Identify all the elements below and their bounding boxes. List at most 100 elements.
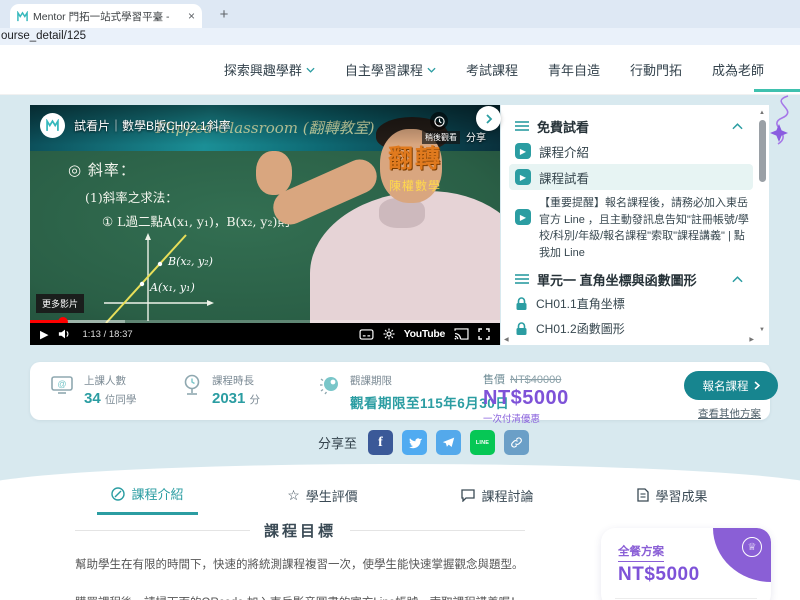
browser-tab[interactable]: Mentor 門拓一站式學習平臺 - × [10,4,202,28]
price-label-row: 售價 NT$40000 [483,371,569,387]
sidebar-horizontal-scrollbar[interactable]: ◀ ▶ [503,336,755,344]
play-icon: ▶ [515,209,531,225]
stat-deadline: 觀課期限 觀看期限至115年6月30日 [318,373,509,412]
scroll-left-arrow[interactable]: ◀ [504,336,509,343]
telegram-share-button[interactable] [436,430,461,455]
sidebar-item-course-preview[interactable]: ▶ 課程試看 [509,164,753,190]
play-button[interactable]: ▶ [40,328,48,341]
unit-1-section-header[interactable]: 單元一 直角坐標與函數圖形 [515,267,753,291]
chapter-label: CH01.1直角坐標 [536,295,625,312]
cast-icon[interactable] [454,328,469,340]
scroll-right-arrow[interactable]: ▶ [749,336,754,343]
tab-learning-outcomes[interactable]: 學習成果 [585,478,760,515]
sidebar-notice[interactable]: ▶ 【重要提醒】報名課程後，請務必加入東岳官方 Line ，且主動發訊息告知"註… [509,195,753,261]
tab-course-discussion[interactable]: 課程討論 [410,478,585,515]
chevron-up-icon[interactable] [732,276,743,283]
plan-card[interactable]: ♕ 全餐方案 NT$5000 [601,528,771,600]
watch-later-button[interactable] [430,112,448,130]
price-block: 售價NT$40000 NT$5000 一次付清優惠 [483,371,569,425]
board-line-3: ① L過二點A(x₁, y₁)，B(x₂, y₂)則 [102,211,290,230]
lock-icon [515,322,528,336]
more-videos-chip[interactable]: 更多影片 [36,294,84,313]
stat-value: 2031 分 [212,390,260,407]
video-controls: ▶ 1:13 / 18:37 YouTube [30,323,500,345]
chevron-up-icon[interactable] [732,123,743,130]
list-icon [515,273,529,285]
nav-item-exam-courses[interactable]: 考試課程 [466,60,518,79]
svg-text:@: @ [57,379,66,389]
plan-ribbon: ♕ [713,528,771,582]
point-a-label: A(x₁, y₁) [150,281,195,294]
notice-text: 【重要提醒】報名課程後，請務必加入東岳官方 Line ，且主動發訊息告知"註冊帳… [539,195,749,261]
nav-item-action[interactable]: 行動門拓 [630,60,682,79]
video-title[interactable]: 試看片｜數學B版CH02.1斜率 [74,117,231,134]
decorative-doodle [760,94,800,152]
video-top-overlay: 試看片｜數學B版CH02.1斜率 稍後觀看 分享 [30,105,500,145]
tab-student-reviews[interactable]: ☆ 學生評價 [235,478,410,515]
plan-price: NT$5000 [618,564,700,586]
sidebar-collapse-button[interactable] [476,106,501,131]
tab-label: 課程討論 [481,486,533,505]
line-label: LINE [476,440,489,446]
chevron-down-icon [427,67,436,73]
facebook-share-button[interactable]: f [368,430,393,455]
course-goal-article: 課程目標 幫助學生在有限的時間下，快速的將統測課程複習一次，使學生能快速掌握觀念… [75,520,525,600]
stat-label: 上課人數 [84,373,136,388]
url-text: ourse_detail/125 [1,30,86,42]
channel-avatar[interactable] [40,113,65,138]
section-title: 單元一 直角坐標與函數圖形 [537,270,697,289]
page: Mentor 門拓一站式學習平臺 - × + ourse_detail/125 … [0,0,800,600]
article-paragraph-2: 購買課程後，請掃下面的QRcode 加入東岳影音圖書的官方Line帳號，索取課程… [75,595,525,600]
copy-link-button[interactable] [504,430,529,455]
video-player[interactable]: Flipped Classroom (翻轉教室) ◎ 斜率： (1)斜率之求法：… [30,105,500,345]
subtitles-icon[interactable] [359,329,374,340]
new-tab-button[interactable]: + [214,5,234,25]
site-navigation: 探索興趣學群 自主學習課程 考試課程 青年自造 行動門拓 成為老師 [0,45,800,95]
nav-label: 自主學習課程 [345,60,423,79]
nav-item-self-learning[interactable]: 自主學習課程 [345,60,436,79]
nav-item-explore[interactable]: 探索興趣學群 [224,60,315,79]
sidebar-item-course-intro[interactable]: ▶ 課程介紹 [509,138,753,164]
channel-watermark: 翻轉 陳權數學 [388,139,442,194]
fullscreen-icon[interactable] [478,328,490,340]
plan-divider [615,598,757,599]
item-label: 課程介紹 [539,142,589,161]
chapter-row[interactable]: CH01.1直角坐標 [515,291,753,316]
line-share-button[interactable]: LINE [470,430,495,455]
nav-item-youth[interactable]: 青年自造 [548,60,600,79]
address-bar[interactable]: ourse_detail/125 [0,28,800,45]
item-label: 課程試看 [539,168,589,187]
youtube-logo[interactable]: YouTube [404,328,445,340]
lock-icon [515,297,528,311]
course-info-bar: @ 上課人數 34 位同學 課程時長 2031 分 觀課期限 觀看期限至115年… [30,362,770,420]
chapter-label: CH01.2函數圖形 [536,320,625,337]
free-preview-section-header[interactable]: 免費試看 [515,114,753,138]
scroll-down-arrow[interactable]: ▼ [759,327,765,333]
other-plans-link[interactable]: 查看其他方案 [698,406,761,421]
settings-gear-icon[interactable] [383,328,395,340]
volume-icon[interactable] [58,328,72,340]
article-paragraph-1: 幫助學生在有限的時間下，快速的將統測課程複習一次，使學生能快速掌握觀念與題型。 [75,557,525,574]
plan-name[interactable]: 全餐方案 [618,543,664,562]
price-label: 售價 [483,374,505,386]
enroll-label: 報名課程 [703,378,749,394]
board-graph: B(x₂, y₂) A(x₁, y₁) [90,233,240,323]
tab-course-intro[interactable]: 課程介紹 [60,478,235,515]
chevron-down-icon [306,67,315,73]
article-title: 課程目標 [264,520,336,541]
original-price: NT$40000 [510,374,561,386]
nav-label: 成為老師 [712,60,764,79]
play-icon: ▶ [515,143,531,159]
enroll-button[interactable]: 報名課程 [684,371,778,400]
nav-item-become-teacher[interactable]: 成為老師 [712,60,764,79]
play-icon: ▶ [515,169,531,185]
video-share-button[interactable]: 分享 [466,129,486,144]
current-price: NT$5000 [483,387,569,410]
tab-close-icon[interactable]: × [188,10,195,22]
crown-icon: ♕ [742,537,762,557]
course-chapters-sidebar: 免費試看 ▶ 課程介紹 ▶ 課程試看 ▶ 【重要提醒】報名課程後，請務必加入東岳… [501,105,769,345]
watermark-sub: 陳權數學 [388,177,442,194]
twitter-share-button[interactable] [402,430,427,455]
content-tabs: 課程介紹 ☆ 學生評價 課程討論 學習成果 [60,478,760,515]
nav-label: 行動門拓 [630,60,682,79]
